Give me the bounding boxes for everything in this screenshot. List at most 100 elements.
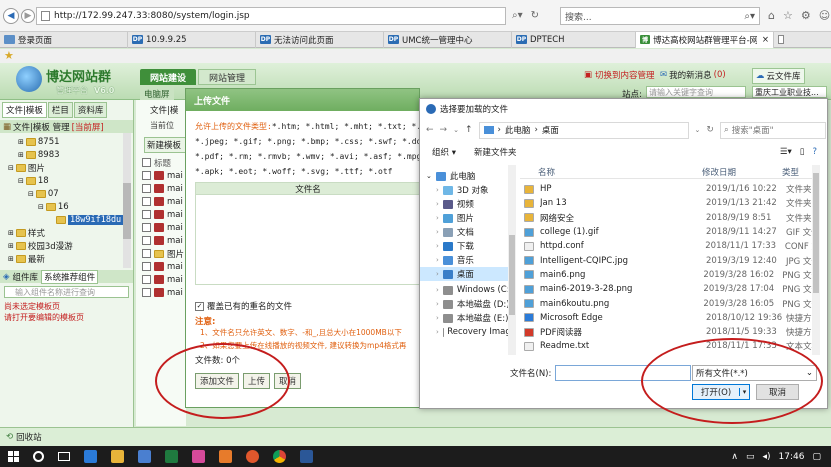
tab-site-building[interactable]: 网站建设: [140, 69, 197, 85]
collapse-icon[interactable]: ⊟: [38, 203, 44, 211]
row-checkbox[interactable]: [142, 249, 151, 258]
volume-icon[interactable]: ◂): [763, 452, 771, 462]
expand-icon[interactable]: ›: [436, 270, 439, 278]
organize-menu[interactable]: 组织 ▾: [432, 146, 456, 158]
view-options-icon[interactable]: ☰▾: [780, 147, 792, 157]
smiley-icon[interactable]: ☺: [819, 9, 830, 22]
tree-node-8983[interactable]: ⊞ 8983: [4, 148, 133, 161]
expand-icon[interactable]: ⊞: [18, 138, 24, 146]
row-checkbox[interactable]: [142, 184, 151, 193]
file-row[interactable]: Microsoft Edge 2018/10/12 19:36 快捷方式: [520, 311, 820, 325]
file-row[interactable]: HP 2019/1/16 10:22 文件夹: [520, 182, 820, 196]
middle-tab[interactable]: 文件|模: [136, 100, 186, 116]
list-item[interactable]: mai: [136, 208, 186, 221]
column-name[interactable]: 名称: [520, 166, 702, 178]
list-item[interactable]: mai: [136, 169, 186, 182]
new-folder-button[interactable]: 新建文件夹: [474, 146, 517, 158]
nav-item-music[interactable]: › 音乐: [420, 253, 516, 267]
expand-icon[interactable]: ›: [436, 200, 439, 208]
help-icon[interactable]: ?: [812, 147, 817, 157]
component-search-input[interactable]: 输入组件名称进行查询: [4, 286, 129, 298]
expand-icon[interactable]: ›: [436, 228, 439, 236]
browser-tab-dptech[interactable]: DP DPTECH: [512, 31, 636, 48]
row-checkbox[interactable]: [142, 288, 151, 297]
expand-icon[interactable]: ⊞: [8, 229, 14, 237]
maps-icon[interactable]: [192, 450, 205, 463]
collapse-icon[interactable]: ⊟: [8, 164, 14, 172]
path-bar[interactable]: › 此电脑 › 桌面: [478, 121, 689, 139]
file-row[interactable]: main6koutu.png 2019/3/28 16:05 PNG 文件: [520, 296, 820, 310]
preview-pane-icon[interactable]: ▯: [800, 147, 805, 157]
nav-item-pictures[interactable]: › 图片: [420, 211, 516, 225]
row-checkbox[interactable]: [142, 171, 151, 180]
path-root[interactable]: 此电脑: [505, 124, 531, 136]
file-row[interactable]: main6-2019-3-28.png 2019/3/28 17:04 PNG 文件: [520, 282, 820, 296]
nav-item-videos[interactable]: › 视频: [420, 197, 516, 211]
tree-node-07[interactable]: ⊟ 07: [4, 187, 133, 200]
refresh-icon[interactable]: ↻: [531, 10, 539, 21]
gear-icon[interactable]: ⚙: [801, 9, 811, 22]
row-checkbox[interactable]: [142, 223, 151, 232]
list-item[interactable]: mai: [136, 234, 186, 247]
search-circle-icon[interactable]: [33, 451, 44, 462]
list-item[interactable]: 图片: [136, 247, 186, 260]
collapse-icon[interactable]: ⊟: [18, 177, 24, 185]
expand-icon[interactable]: ⊞: [8, 242, 14, 250]
browser-tab-unreachable[interactable]: DP 无法访问此页面: [256, 31, 384, 48]
browser-tab-boda[interactable]: 博博达高校网站群管理平台-网... ×: [636, 31, 774, 48]
expand-icon[interactable]: ›: [436, 256, 439, 264]
close-icon[interactable]: ×: [762, 35, 769, 45]
site-select[interactable]: 重庆工业职业技...: [752, 86, 827, 98]
sub-tab-pc[interactable]: 电脑屏: [140, 87, 174, 101]
expand-icon[interactable]: ›: [436, 214, 439, 222]
tab-library[interactable]: 资料库: [73, 102, 108, 118]
back-arrow-icon[interactable]: ←: [426, 125, 434, 135]
collapse-icon[interactable]: ⊟: [28, 190, 34, 198]
nav-scrollbar[interactable]: [508, 165, 516, 355]
tree-node-styles[interactable]: ⊞ 样式: [4, 226, 133, 239]
notification-icon[interactable]: ▢: [812, 452, 821, 462]
cloud-library-button[interactable]: ☁ 云文件库: [752, 68, 805, 84]
word-icon[interactable]: [300, 450, 313, 463]
expand-icon[interactable]: ›: [436, 314, 439, 322]
row-checkbox[interactable]: [142, 236, 151, 245]
file-row[interactable]: main6.png 2019/3/28 16:02 PNG 文件: [520, 268, 820, 282]
forward-arrow-icon[interactable]: →: [440, 125, 448, 135]
tree-node-3d[interactable]: ⊞ 校园3d漫游: [4, 239, 133, 252]
list-item[interactable]: mai: [136, 286, 186, 299]
file-row[interactable]: 网络安全 2018/9/19 8:51 文件夹: [520, 211, 820, 225]
browser-tab-login[interactable]: 登录页面: [0, 31, 128, 48]
nav-item-documents[interactable]: › 文档: [420, 225, 516, 239]
expand-icon[interactable]: ⊞: [8, 255, 14, 263]
my-messages-link[interactable]: 我的新消息: [669, 69, 712, 81]
tree-node-selected[interactable]: 18w9if18du: [4, 213, 133, 226]
nav-item-this-pc[interactable]: ⌄ 此电脑: [420, 169, 516, 183]
back-arrow-icon[interactable]: ◀: [3, 8, 19, 24]
store-icon[interactable]: [138, 450, 151, 463]
expand-icon[interactable]: ⊞: [18, 151, 24, 159]
row-checkbox[interactable]: [142, 275, 151, 284]
windows-start-icon[interactable]: [8, 451, 19, 462]
file-list-scrollbar[interactable]: [812, 165, 820, 355]
browser-tab-umc[interactable]: DP UMC统一管理中心: [384, 31, 512, 48]
tab-file-template[interactable]: 文件|模板: [2, 102, 47, 118]
nav-item-drive-d[interactable]: › 本地磁盘 (D:): [420, 297, 516, 311]
site-search-input[interactable]: 请输入关键字查询: [646, 86, 746, 98]
recycle-bin-link[interactable]: 回收站: [16, 431, 42, 443]
file-row[interactable]: college (1).gif 2018/9/11 14:27 GIF 文件: [520, 225, 820, 239]
app-icon[interactable]: [219, 450, 232, 463]
refresh-icon[interactable]: ↻: [706, 125, 714, 135]
nav-item-drive-e[interactable]: › 本地磁盘 (E:): [420, 311, 516, 325]
tab-site-management[interactable]: 网站管理: [198, 69, 257, 85]
expand-icon[interactable]: ›: [436, 300, 439, 308]
chrome-icon[interactable]: [273, 450, 286, 463]
tray-arrow-icon[interactable]: ∧: [731, 452, 738, 462]
browser-search-input[interactable]: 搜索... ⌕▾: [560, 7, 760, 25]
file-row[interactable]: PDF阅读器 2018/11/5 19:33 快捷方式: [520, 325, 820, 339]
nav-item-desktop[interactable]: › 桌面: [420, 267, 516, 281]
list-item[interactable]: mai: [136, 182, 186, 195]
search-dropdown-icon[interactable]: ⌕▾: [512, 10, 523, 21]
search-icon[interactable]: ⌕▾: [744, 11, 755, 22]
tab-column[interactable]: 栏目: [47, 102, 73, 118]
file-row[interactable]: httpd.conf 2018/11/1 17:33 CONF 文: [520, 239, 820, 253]
